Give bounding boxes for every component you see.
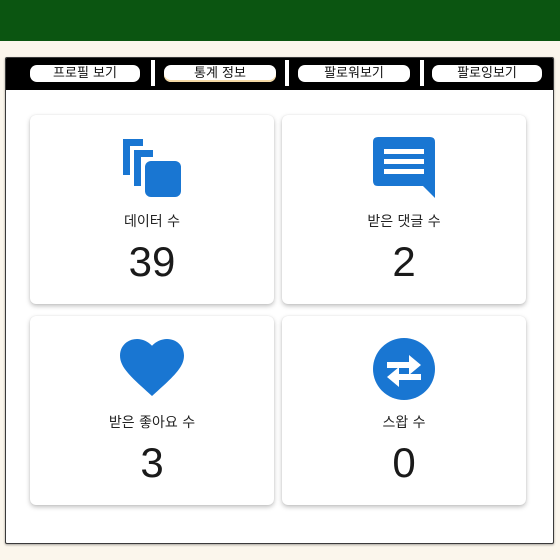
tab-separator: [285, 60, 289, 86]
stat-card-swaps: 스왑 수 0: [282, 316, 526, 505]
stat-value: 0: [392, 439, 416, 486]
tab-separator: [151, 60, 155, 86]
tab-followers[interactable]: 팔로워보기: [298, 65, 410, 82]
stat-value: 3: [140, 439, 164, 486]
stat-card-data-count: 데이터 수 39: [30, 115, 274, 304]
tab-bar: 프로필 보기 통계 정보 팔로워보기 팔로잉보기: [6, 58, 553, 90]
stat-label: 받은 댓글 수: [367, 214, 441, 230]
heart-icon: [30, 336, 274, 402]
swap-icon: [282, 336, 526, 402]
tab-statistics[interactable]: 통계 정보: [164, 65, 276, 82]
stat-label: 데이터 수: [124, 214, 180, 230]
stat-label: 스왑 수: [382, 415, 426, 431]
tab-separator: [420, 60, 424, 86]
stat-label: 받은 좋아요 수: [108, 415, 196, 431]
stat-card-likes: 받은 좋아요 수 3: [30, 316, 274, 505]
profile-panel: 프로필 보기 통계 정보 팔로워보기 팔로잉보기 데이터 수 39 받은 댓글 …: [5, 57, 554, 544]
stat-card-comments: 받은 댓글 수 2: [282, 115, 526, 304]
comment-icon: [282, 135, 526, 201]
stat-value: 39: [128, 238, 176, 285]
copy-icon: [30, 135, 274, 201]
tab-profile[interactable]: 프로필 보기: [30, 65, 140, 82]
tab-following[interactable]: 팔로잉보기: [432, 65, 542, 82]
stat-value: 2: [392, 238, 416, 285]
app-header-bar: [0, 0, 560, 41]
